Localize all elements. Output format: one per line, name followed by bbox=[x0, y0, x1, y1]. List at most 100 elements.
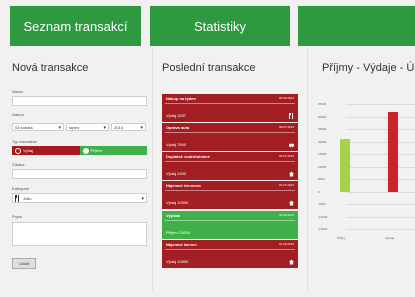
gridline bbox=[346, 141, 415, 143]
y-tick-label: 35000 bbox=[318, 102, 327, 106]
bar bbox=[340, 139, 350, 192]
y-tick-label: 30000 bbox=[318, 114, 327, 119]
transaction-title: Oprava auta bbox=[166, 125, 190, 130]
transaction-title: Výplata bbox=[166, 213, 181, 218]
card-divider bbox=[165, 190, 295, 191]
transaction-card[interactable]: Oprava auta 09.07.2013 Výdaj 7900 bbox=[162, 123, 298, 151]
transaction-card[interactable]: Výplata 04.06.2013 Příjem 21000 bbox=[162, 211, 298, 239]
save-button[interactable]: Uložit bbox=[12, 258, 36, 269]
y-tick-label: 10000 bbox=[318, 164, 327, 169]
column-divider bbox=[307, 48, 308, 292]
chevron-down-icon: ▾ bbox=[140, 125, 143, 131]
transaction-title: Nákup na týden bbox=[166, 96, 196, 101]
transaction-date: 01.07.2013 bbox=[278, 183, 294, 187]
fork-knife-icon bbox=[15, 195, 19, 203]
transaction-type-toggle[interactable]: Výdaj Příjem bbox=[12, 146, 147, 155]
recent-title: Poslední transakce bbox=[162, 62, 256, 74]
card-divider bbox=[165, 249, 295, 250]
y-tick-label: -5000 bbox=[318, 202, 326, 206]
chart-title: Příjmy - Výdaje - Úsp bbox=[322, 62, 415, 74]
date-label: Datum bbox=[12, 112, 24, 117]
transaction-amount: Příjem 21000 bbox=[166, 230, 190, 235]
bar-chart: 35000 30000 25000 20000 15000 10000 5000 0 -5000… bbox=[318, 94, 415, 254]
chevron-down-icon: ▾ bbox=[103, 125, 106, 131]
date-year-value: 2013 bbox=[114, 125, 123, 130]
column-divider bbox=[152, 48, 153, 292]
transaction-date: 04.07.2013 bbox=[278, 154, 294, 158]
amount-input[interactable] bbox=[12, 169, 147, 179]
type-label: Typ transakce bbox=[12, 139, 37, 144]
transaction-amount: Výdaj 7900 bbox=[166, 142, 187, 147]
transaction-date: 09.07.2013 bbox=[278, 125, 294, 129]
name-label: Název bbox=[12, 89, 24, 94]
card-divider bbox=[165, 132, 295, 133]
category-select[interactable]: Jídlo ▾ bbox=[12, 193, 147, 203]
tab-seznam-transakci[interactable]: Seznam transakcí bbox=[10, 6, 141, 46]
category-label: Kategorie bbox=[12, 186, 30, 191]
transaction-title: Doplatek vodné/stočné bbox=[166, 154, 210, 159]
card-divider bbox=[165, 103, 295, 104]
chevron-down-icon: ▾ bbox=[141, 196, 144, 202]
date-day-select[interactable]: 03 sobota ▾ bbox=[12, 123, 64, 131]
transaction-card[interactable]: Nájemné červen 01.06.2013 Výdaj 10500 bbox=[162, 240, 298, 268]
gridline bbox=[346, 166, 415, 168]
card-divider bbox=[165, 220, 295, 221]
category-value: Jídlo bbox=[23, 196, 32, 201]
type-income-label: Příjem bbox=[90, 148, 103, 153]
x-tick-label: Příjmy bbox=[337, 236, 346, 240]
type-expense-option[interactable]: Výdaj bbox=[12, 146, 80, 155]
transaction-date: 04.06.2013 bbox=[278, 213, 294, 217]
gridline bbox=[346, 204, 415, 205]
date-month-select[interactable]: srpen ▾ bbox=[66, 123, 109, 131]
gridline bbox=[346, 216, 415, 218]
date-month-value: srpen bbox=[69, 125, 80, 130]
gridline bbox=[346, 116, 415, 118]
name-input[interactable] bbox=[12, 96, 147, 106]
transaction-amount: Výdaj 10500 bbox=[166, 259, 189, 264]
card-divider bbox=[165, 161, 295, 162]
transaction-card[interactable]: Nákup na týden 03.08.2013 Výdaj 1537 bbox=[162, 94, 298, 122]
house-icon bbox=[289, 171, 294, 177]
y-tick-label: -15000 bbox=[318, 227, 328, 231]
y-tick-label: -10000 bbox=[318, 214, 328, 219]
car-icon bbox=[289, 143, 294, 148]
tab-extra[interactable] bbox=[298, 6, 415, 46]
house-icon bbox=[289, 200, 294, 206]
tab-statistiky[interactable]: Statistiky bbox=[150, 6, 290, 46]
transaction-amount: Výdaj 1537 bbox=[166, 113, 187, 118]
type-income-option[interactable]: Příjem bbox=[79, 146, 147, 155]
chevron-down-icon: ▾ bbox=[58, 125, 61, 131]
gridline bbox=[346, 191, 415, 193]
transaction-date: 03.08.2013 bbox=[278, 96, 294, 100]
radio-icon bbox=[82, 147, 89, 154]
gridline bbox=[346, 179, 415, 180]
y-tick-label: 0 bbox=[318, 189, 320, 194]
gridline bbox=[346, 129, 415, 130]
bar bbox=[388, 111, 398, 192]
y-tick-label: 20000 bbox=[318, 139, 327, 144]
form-title: Nová transakce bbox=[12, 62, 89, 74]
fork-knife-icon bbox=[289, 113, 293, 119]
note-textarea[interactable] bbox=[12, 222, 147, 246]
note-label: Popis bbox=[12, 214, 23, 219]
transaction-amount: Výdaj 2400 bbox=[166, 171, 187, 176]
gridline bbox=[346, 104, 415, 105]
y-tick-label: 5000 bbox=[318, 177, 325, 181]
transaction-title: Nájemné červen bbox=[166, 242, 197, 247]
house-icon bbox=[289, 259, 294, 265]
x-tick-label: Výdaje bbox=[385, 236, 395, 240]
radio-icon bbox=[15, 147, 21, 154]
type-expense-label: Výdaj bbox=[23, 148, 34, 153]
gridline bbox=[346, 154, 415, 155]
transaction-card[interactable]: Nájemné červenec 01.07.2013 Výdaj 10500 bbox=[162, 181, 298, 209]
transaction-date: 01.06.2013 bbox=[278, 242, 294, 246]
amount-label: Částka bbox=[12, 162, 25, 167]
date-year-select[interactable]: 2013 ▾ bbox=[111, 123, 146, 131]
transaction-amount: Výdaj 10500 bbox=[166, 200, 189, 205]
transaction-title: Nájemné červenec bbox=[166, 183, 202, 188]
transaction-card[interactable]: Doplatek vodné/stočné 04.07.2013 Výdaj 2… bbox=[162, 152, 298, 180]
gridline bbox=[346, 229, 415, 230]
y-tick-label: 25000 bbox=[318, 127, 327, 131]
date-day-value: 03 sobota bbox=[15, 125, 33, 130]
y-tick-label: 15000 bbox=[318, 152, 327, 156]
